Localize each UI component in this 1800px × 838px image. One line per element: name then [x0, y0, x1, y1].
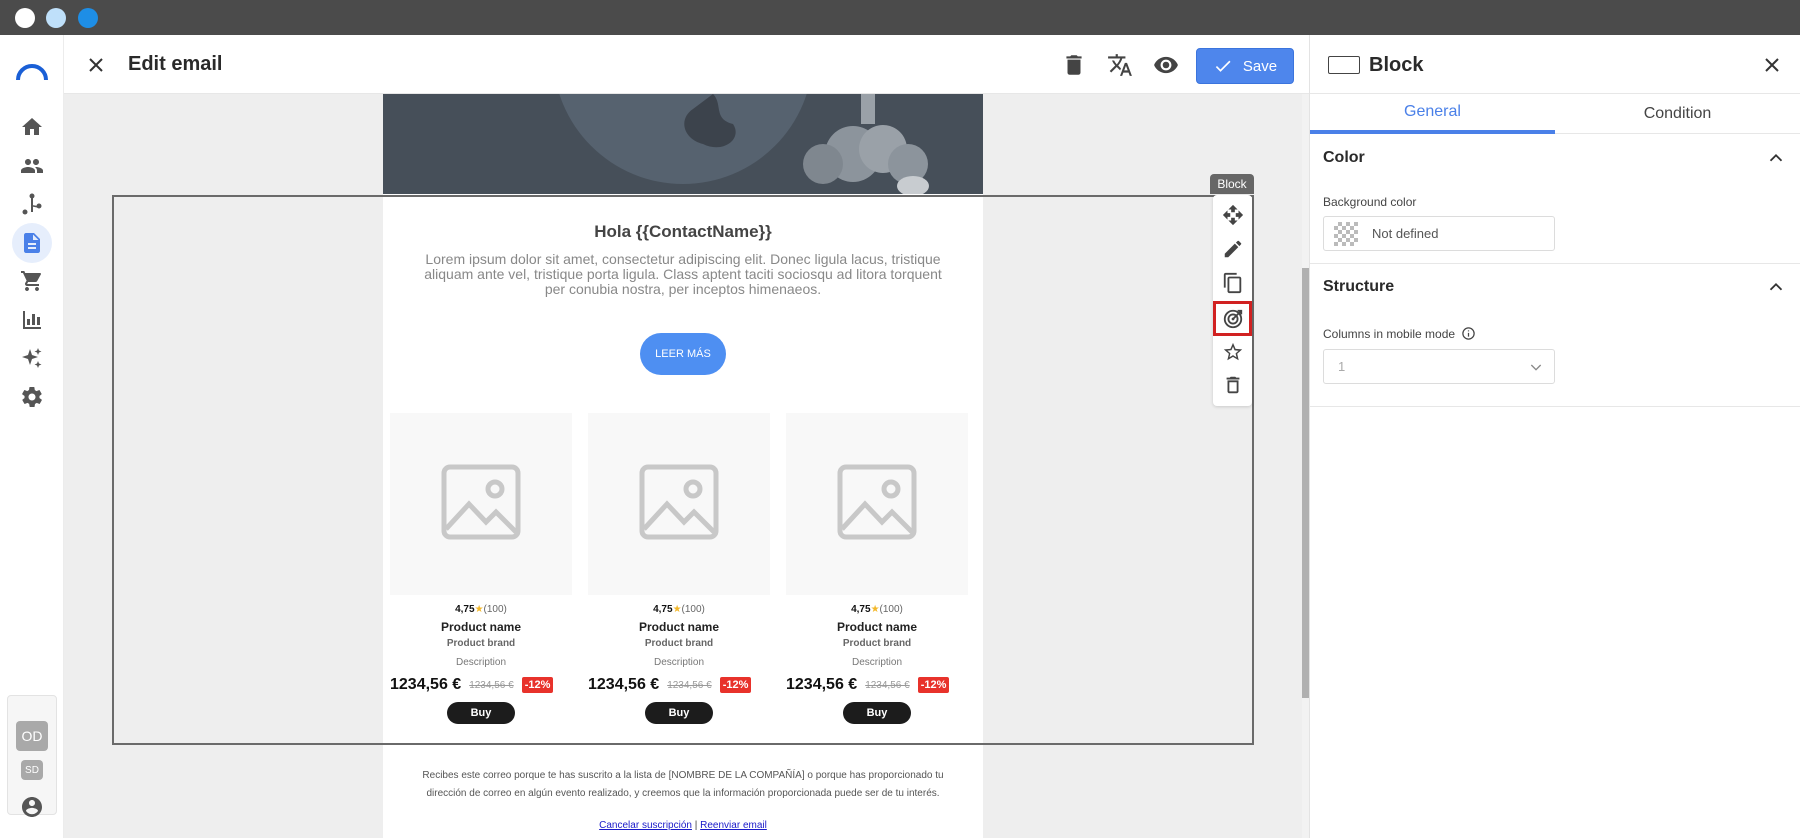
nav-contacts[interactable]: [12, 146, 52, 186]
tab-general[interactable]: General: [1310, 94, 1555, 134]
link-separator: |: [694, 820, 698, 831]
campaigns-icon: [24, 233, 40, 253]
check-icon: [1215, 60, 1231, 72]
canvas-scrollbar[interactable]: [1302, 94, 1309, 838]
email-footer-text[interactable]: Recibes este correo porque te has suscri…: [413, 767, 953, 803]
trash-outline-icon: [1226, 376, 1240, 394]
window-titlebar: [0, 0, 1800, 35]
close-panel-icon[interactable]: [1760, 53, 1784, 77]
block-toolbar: [1213, 195, 1252, 406]
close-editor-icon[interactable]: [84, 53, 108, 77]
user-icon: [22, 797, 42, 817]
block-tag: Block: [1210, 174, 1254, 194]
favorite-block-button[interactable]: [1219, 338, 1247, 366]
edit-block-button[interactable]: [1219, 235, 1247, 263]
automation-icon: [22, 193, 42, 215]
delete-block-button[interactable]: [1219, 371, 1247, 399]
columns-mobile-label: Columns in mobile mode: [1323, 326, 1476, 341]
block-icon: [1328, 56, 1360, 74]
chevron-down-icon: [1530, 364, 1542, 371]
editor-header: Edit email Save: [64, 35, 1309, 94]
app-logo[interactable]: [12, 52, 52, 92]
trash-icon: [1066, 55, 1082, 75]
hero-illustration: [559, 94, 929, 194]
selected-block-outline[interactable]: [112, 195, 1254, 745]
copy-icon: [1223, 272, 1242, 294]
window-minimize-dot[interactable]: [46, 8, 66, 28]
panel-tabs: General Condition: [1310, 94, 1800, 134]
account-avatar-od[interactable]: OD: [16, 721, 48, 751]
nav-profile[interactable]: [12, 787, 52, 827]
nav-ai[interactable]: [12, 338, 52, 378]
structure-section-title[interactable]: Structure: [1323, 278, 1394, 296]
background-color-label: Background color: [1323, 195, 1417, 209]
block-settings-panel: Block General Condition Color Background…: [1309, 35, 1800, 838]
columns-mobile-select[interactable]: 1: [1323, 349, 1555, 384]
move-block-button[interactable]: [1219, 201, 1247, 229]
duplicate-block-button[interactable]: [1219, 269, 1247, 297]
nav-automation[interactable]: [12, 184, 52, 224]
nav-store[interactable]: [12, 261, 52, 301]
window-close-dot[interactable]: [15, 8, 35, 28]
background-color-picker[interactable]: Not defined: [1323, 216, 1555, 251]
account-avatar-sd[interactable]: SD: [21, 760, 43, 780]
chevron-up-icon[interactable]: [1765, 147, 1787, 169]
logo-icon: [16, 64, 48, 81]
email-canvas: Hola {{ContactName}} Lorem ipsum dolor s…: [64, 94, 1302, 838]
window-maximize-dot[interactable]: [78, 8, 98, 28]
page-title: Edit email: [128, 53, 223, 75]
nav-settings[interactable]: [12, 377, 52, 417]
translate-icon: [1108, 54, 1132, 76]
info-icon[interactable]: [1461, 326, 1476, 341]
preview-button[interactable]: [1153, 52, 1179, 78]
contacts-icon: [21, 159, 43, 173]
ai-icon: [22, 348, 42, 368]
tab-condition[interactable]: Condition: [1555, 94, 1800, 134]
panel-title: Block: [1369, 54, 1424, 76]
left-navigation-rail: OD SD: [0, 35, 64, 838]
move-icon: [1222, 204, 1244, 226]
unsubscribe-link[interactable]: Cancelar suscripción: [599, 820, 692, 831]
nav-reports[interactable]: [12, 300, 52, 340]
structure-section: Structure Columns in mobile mode 1: [1310, 264, 1800, 407]
delete-email-button[interactable]: [1061, 52, 1087, 78]
home-icon: [22, 118, 42, 135]
resend-email-link[interactable]: Reenviar email: [700, 820, 767, 831]
nav-home[interactable]: [12, 107, 52, 147]
hero-image: [383, 94, 983, 194]
color-section-title[interactable]: Color: [1323, 149, 1365, 167]
pencil-icon: [1224, 240, 1242, 258]
store-icon: [21, 271, 41, 291]
eye-icon: [1154, 56, 1178, 74]
chevron-up-icon[interactable]: [1765, 276, 1787, 298]
transparent-swatch: [1334, 221, 1358, 246]
target-icon: [1223, 309, 1242, 328]
translate-button[interactable]: [1107, 52, 1133, 78]
star-icon: [1223, 342, 1243, 361]
target-block-button[interactable]: [1213, 301, 1252, 336]
panel-header: Block: [1310, 35, 1800, 94]
color-section: Color Background color Not defined: [1310, 135, 1800, 264]
save-button-label: Save: [1242, 57, 1278, 75]
background-color-value: Not defined: [1372, 226, 1439, 241]
save-button[interactable]: Save: [1196, 48, 1294, 84]
settings-icon: [22, 387, 42, 407]
columns-mobile-value: 1: [1338, 359, 1346, 374]
email-footer-links: Cancelar suscripción | Reenviar email: [383, 820, 983, 831]
reports-icon: [23, 311, 41, 329]
canvas-scroll-thumb[interactable]: [1302, 268, 1309, 698]
nav-campaigns[interactable]: [12, 223, 52, 263]
